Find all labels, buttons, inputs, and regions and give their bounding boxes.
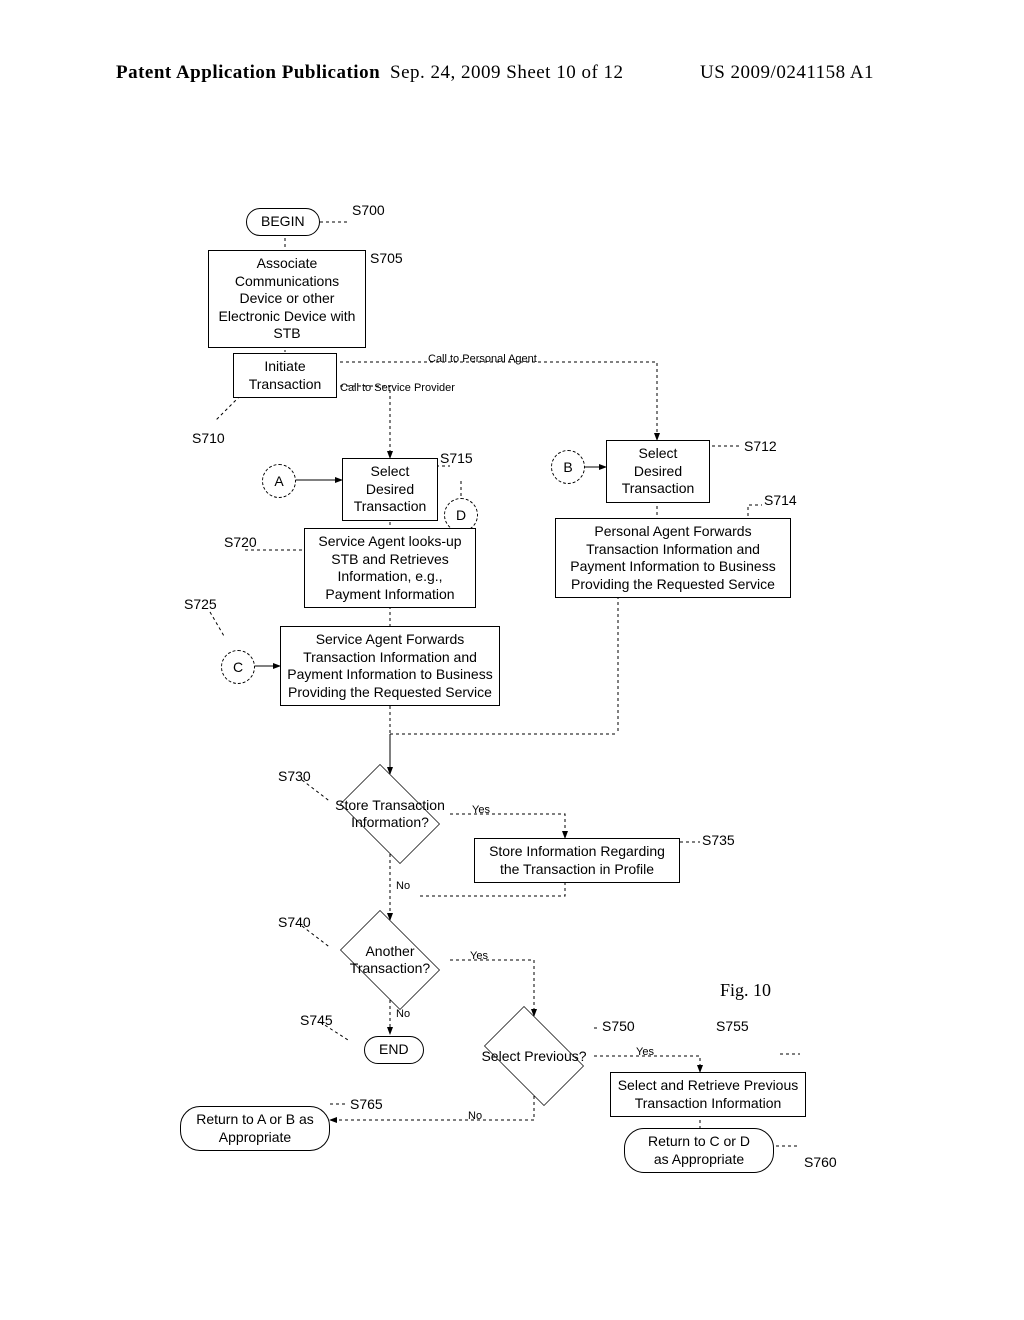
decision-select-previous: Select Previous? — [474, 1016, 594, 1096]
step-label-s700: S700 — [352, 202, 385, 218]
box-service-lookup: Service Agent looks-up STB and Retrieves… — [304, 528, 476, 608]
decision-select-previous-text: Select Previous? — [477, 1048, 590, 1065]
edge-s730-yes: Yes — [472, 804, 490, 816]
flowchart: BEGIN S700 Associate Communications Devi… — [0, 160, 1024, 1280]
box-initiate: Initiate Transaction — [233, 353, 337, 398]
edge-s730-no: No — [396, 880, 410, 892]
edge-call-personal: Call to Personal Agent — [428, 353, 537, 365]
edge-s740-no: No — [396, 1008, 410, 1020]
edge-s750-no: No — [468, 1110, 482, 1122]
terminator-return-ab: Return to A or B as Appropriate — [180, 1106, 330, 1151]
decision-another-text: Another Transaction? — [330, 943, 450, 977]
step-label-s710: S710 — [192, 430, 225, 446]
header-left: Patent Application Publication — [116, 62, 380, 84]
decision-another: Another Transaction? — [330, 920, 450, 1000]
box-service-forward: Service Agent Forwards Transaction Infor… — [280, 626, 500, 706]
header-right: US 2009/0241158 A1 — [700, 62, 874, 84]
box-store-profile: Store Information Regarding the Transact… — [474, 838, 680, 883]
connector-d: D — [444, 498, 478, 532]
step-label-s740: S740 — [278, 914, 311, 930]
terminator-return-cd: Return to C or D as Appropriate — [624, 1128, 774, 1173]
step-label-s755: S755 — [716, 1018, 749, 1034]
step-label-s720: S720 — [224, 534, 257, 550]
edge-s750-yes: Yes — [636, 1046, 654, 1058]
header-mid: Sep. 24, 2009 Sheet 10 of 12 — [390, 62, 624, 84]
step-label-s712: S712 — [744, 438, 777, 454]
step-label-s725: S725 — [184, 596, 217, 612]
step-label-s745: S745 — [300, 1012, 333, 1028]
step-label-s765: S765 — [350, 1096, 383, 1112]
box-select-service: Select Desired Transaction — [342, 458, 438, 521]
step-label-s714: S714 — [764, 492, 797, 508]
step-label-s760: S760 — [804, 1154, 837, 1170]
box-select-retrieve: Select and Retrieve Previous Transaction… — [610, 1072, 806, 1117]
box-associate: Associate Communications Device or other… — [208, 250, 366, 348]
box-personal-forward: Personal Agent Forwards Transaction Info… — [555, 518, 791, 598]
terminator-end: END — [364, 1036, 424, 1064]
box-select-personal: Select Desired Transaction — [606, 440, 710, 503]
connector-c: C — [221, 650, 255, 684]
figure-label: Fig. 10 — [720, 980, 771, 1001]
connector-a: A — [262, 464, 296, 498]
step-label-s715: S715 — [440, 450, 473, 466]
step-label-s705: S705 — [370, 250, 403, 266]
flow-arrows — [0, 160, 1024, 1280]
edge-call-service: Call to Service Provider — [340, 382, 455, 394]
step-label-s730: S730 — [278, 768, 311, 784]
decision-store-text: Store Transaction Information? — [330, 797, 450, 831]
decision-store: Store Transaction Information? — [330, 774, 450, 854]
terminator-begin: BEGIN — [246, 208, 320, 236]
step-label-s750: S750 — [602, 1018, 635, 1034]
step-label-s735: S735 — [702, 832, 735, 848]
edge-s740-yes: Yes — [470, 950, 488, 962]
connector-b: B — [551, 450, 585, 484]
